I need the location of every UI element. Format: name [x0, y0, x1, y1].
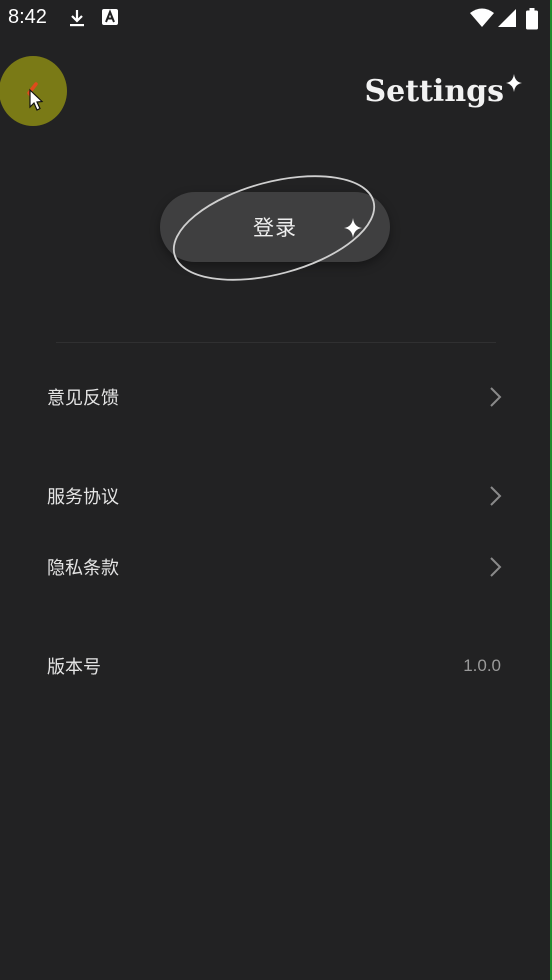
- menu-item-privacy[interactable]: 隐私条款: [0, 542, 552, 592]
- version-value: 1.0.0: [463, 656, 501, 675]
- download-icon: [67, 8, 87, 32]
- menu-item-label: 服务协议: [47, 487, 119, 508]
- back-button[interactable]: [0, 56, 67, 126]
- sparkle-icon: [506, 74, 522, 96]
- chevron-right-icon: [488, 556, 504, 582]
- version-label: 版本号: [47, 657, 101, 678]
- version-row: 版本号 1.0.0: [0, 641, 552, 691]
- menu-item-label: 意见反馈: [47, 388, 119, 409]
- chevron-right-icon: [488, 386, 504, 412]
- menu-item-service-agreement[interactable]: 服务协议: [0, 471, 552, 521]
- cursor-icon: [29, 88, 44, 111]
- sparkle-icon: [344, 218, 362, 242]
- menu-item-label: 隐私条款: [47, 558, 119, 579]
- divider: [56, 342, 496, 343]
- chevron-right-icon: [488, 485, 504, 511]
- status-time: 8:42: [8, 6, 47, 28]
- signal-icon: [497, 8, 517, 32]
- text-a-icon: [101, 8, 119, 30]
- login-area: 登录: [156, 166, 396, 290]
- menu-item-feedback[interactable]: 意见反馈: [0, 372, 552, 422]
- wifi-icon: [470, 8, 494, 32]
- status-bar: 8:42: [0, 0, 552, 36]
- page-title: Settings: [364, 74, 504, 109]
- login-label: 登录: [253, 216, 297, 240]
- battery-icon: [526, 8, 538, 34]
